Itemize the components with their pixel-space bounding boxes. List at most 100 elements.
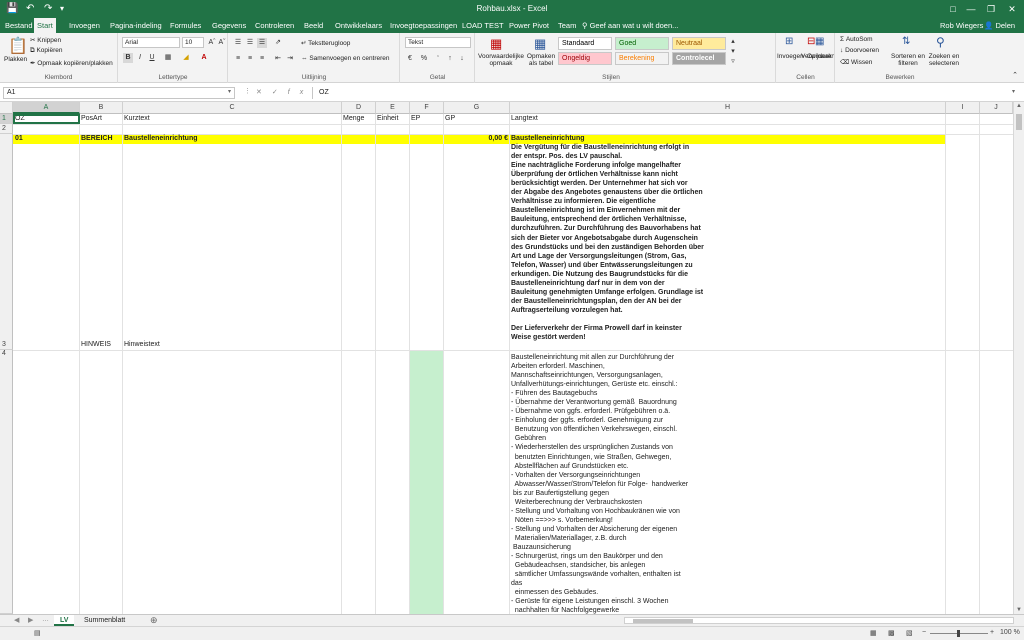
cell-c3[interactable]: Baustelleneinrichtung <box>124 134 198 144</box>
tab-start[interactable]: Start <box>34 18 56 33</box>
insert-cells-icon[interactable]: ⊞ <box>785 36 793 47</box>
format-cells-icon[interactable]: ▦ <box>815 36 824 47</box>
minimize-icon[interactable]: — <box>964 2 978 16</box>
tab-beeld[interactable]: Beeld <box>301 18 326 33</box>
merge-center-button[interactable]: ⇔ Samenvoegen en centreren <box>301 55 390 62</box>
cell-g1[interactable]: GP <box>445 114 455 124</box>
tab-controleren[interactable]: Controleren <box>252 18 297 33</box>
wrap-text-button[interactable]: ↵ Tekstterugloop <box>301 39 350 47</box>
confirm-entry-icon[interactable]: ✓ <box>272 89 288 96</box>
tell-me-search[interactable]: ⚲ Geef aan wat u wilt doen... <box>582 18 678 33</box>
italic-icon[interactable]: I <box>135 53 145 63</box>
tab-ontwikkelaars[interactable]: Ontwikkelaars <box>332 18 385 33</box>
format-as-table-icon[interactable]: ▦ <box>534 36 546 52</box>
vertical-scroll-thumb[interactable] <box>1016 114 1022 130</box>
tab-power-pivot[interactable]: Power Pivot <box>506 18 552 33</box>
style-goed[interactable]: Goed <box>615 37 669 50</box>
column-header-f[interactable]: F <box>410 102 444 114</box>
zoom-level[interactable]: 100 % <box>1000 629 1020 636</box>
sheet-tab-summenblatt[interactable]: Summenblatt <box>78 615 131 626</box>
style-standaard[interactable]: Standaard <box>558 37 612 50</box>
horizontal-scrollbar[interactable] <box>624 617 1014 624</box>
user-name[interactable]: Rob Wiegers <box>940 18 983 33</box>
formula-input[interactable]: OZ <box>312 87 1018 99</box>
bold-icon[interactable]: B <box>123 53 133 63</box>
cell-h3[interactable]: Baustelleneinrichtung Die Vergütung für … <box>511 134 704 342</box>
cell-c1[interactable]: Kurztext <box>124 114 150 124</box>
format-cells-button[interactable]: Opmaak <box>807 53 832 60</box>
zoom-in-icon[interactable]: + <box>990 629 994 636</box>
style-neutraal[interactable]: Neutraal <box>672 37 726 50</box>
sort-filter-button[interactable]: Sorteren en filteren <box>890 53 926 67</box>
align-top-icon[interactable]: ☰ <box>233 38 243 48</box>
add-sheet-icon[interactable]: ⊕ <box>150 615 158 626</box>
cell-b1[interactable]: PosArt <box>81 114 102 124</box>
number-format-select[interactable]: Tekst <box>405 37 471 48</box>
close-icon[interactable]: ✕ <box>1005 2 1019 16</box>
align-center-icon[interactable]: ≡ <box>245 54 255 64</box>
row-header-1[interactable]: 1 <box>0 114 13 124</box>
style-controlecel[interactable]: Controlecel <box>672 52 726 65</box>
fill-color-icon[interactable]: ◢ <box>181 53 191 63</box>
styles-scroll-up-icon[interactable]: ▴ <box>728 37 738 47</box>
name-box-dropdown-icon[interactable]: ▾ <box>228 88 231 95</box>
scroll-up-icon[interactable]: ▲ <box>1016 103 1022 109</box>
tab-bestand[interactable]: Bestand <box>2 18 36 33</box>
grow-font-icon[interactable]: Aˆ <box>207 38 217 48</box>
conditional-formatting-icon[interactable]: ▦ <box>490 36 502 52</box>
format-as-table-button[interactable]: Opmaken als tabel <box>526 53 556 67</box>
row-header-2[interactable]: 2 <box>0 124 13 134</box>
restore-icon[interactable]: ❐ <box>984 2 998 16</box>
find-select-icon[interactable]: ⚲ <box>936 35 945 49</box>
share-button[interactable]: 👤 Delen <box>984 18 1015 33</box>
column-header-i[interactable]: I <box>946 102 980 114</box>
cancel-entry-icon[interactable]: ✕ <box>256 89 272 96</box>
align-right-icon[interactable]: ≡ <box>257 54 267 64</box>
cell-d1[interactable]: Menge <box>343 114 364 124</box>
align-bottom-icon[interactable]: ☰ <box>257 38 267 48</box>
vertical-scrollbar[interactable]: ▲ ▼ <box>1013 102 1024 614</box>
format-painter-button[interactable]: ✒ Opmaak kopiëren/plakken <box>30 59 113 67</box>
sort-filter-icon[interactable]: ⇅ <box>902 36 910 47</box>
cell-f1[interactable]: EP <box>411 114 420 124</box>
worksheet[interactable]: A B C D E F G H I J 1 2 3 4 OZ PosArt Ku… <box>0 102 1024 614</box>
collapse-ribbon-icon[interactable]: ⌃ <box>1010 71 1020 81</box>
column-header-j[interactable]: J <box>980 102 1013 114</box>
thousands-icon[interactable]: ‘ <box>433 54 443 64</box>
percent-icon[interactable]: % <box>419 54 429 64</box>
ribbon-options-icon[interactable]: □ <box>946 2 960 16</box>
style-berekening[interactable]: Berekening <box>615 52 669 65</box>
autosum-button[interactable]: Σ AutoSom <box>840 36 873 43</box>
tab-gegevens[interactable]: Gegevens <box>209 18 249 33</box>
style-ongeldig[interactable]: Ongeldig <box>558 52 612 65</box>
tab-team[interactable]: Team <box>555 18 579 33</box>
underline-icon[interactable]: U <box>147 53 157 63</box>
zoom-slider-knob[interactable] <box>957 630 960 637</box>
tab-invoegtoepassingen[interactable]: Invoegtoepassingen <box>387 18 460 33</box>
sheet-more-icon[interactable]: … <box>42 616 49 623</box>
sheet-tab-lv[interactable]: LV <box>54 615 75 626</box>
column-header-b[interactable]: B <box>80 102 123 114</box>
column-header-e[interactable]: E <box>376 102 410 114</box>
column-header-d[interactable]: D <box>342 102 376 114</box>
page-break-view-icon[interactable]: ▧ <box>906 629 913 637</box>
page-layout-view-icon[interactable]: ▩ <box>888 629 895 637</box>
insert-function-icon[interactable]: fx <box>288 89 313 96</box>
row-header-4[interactable]: 4 <box>0 350 13 614</box>
column-header-g[interactable]: G <box>444 102 510 114</box>
cell-b3[interactable]: BEREICH <box>81 134 113 144</box>
select-all-corner[interactable] <box>0 102 13 114</box>
conditional-formatting-button[interactable]: Voorwaardelijke opmaak <box>478 53 524 67</box>
shrink-font-icon[interactable]: Aˇ <box>217 38 227 48</box>
copy-button[interactable]: ⧉ Kopiëren <box>30 47 62 55</box>
cell-b4[interactable]: HINWEIS <box>81 340 111 350</box>
tab-formules[interactable]: Formules <box>167 18 204 33</box>
scroll-down-icon[interactable]: ▼ <box>1016 607 1022 613</box>
find-select-button[interactable]: Zoeken en selecteren <box>926 53 962 67</box>
column-header-h[interactable]: H <box>510 102 946 114</box>
decrease-decimal-icon[interactable]: ↓ <box>457 54 467 64</box>
zoom-out-icon[interactable]: − <box>922 629 926 636</box>
font-size-select[interactable]: 10 <box>182 37 204 48</box>
macro-record-icon[interactable]: ▤ <box>34 629 41 637</box>
column-header-a[interactable]: A <box>13 102 80 114</box>
